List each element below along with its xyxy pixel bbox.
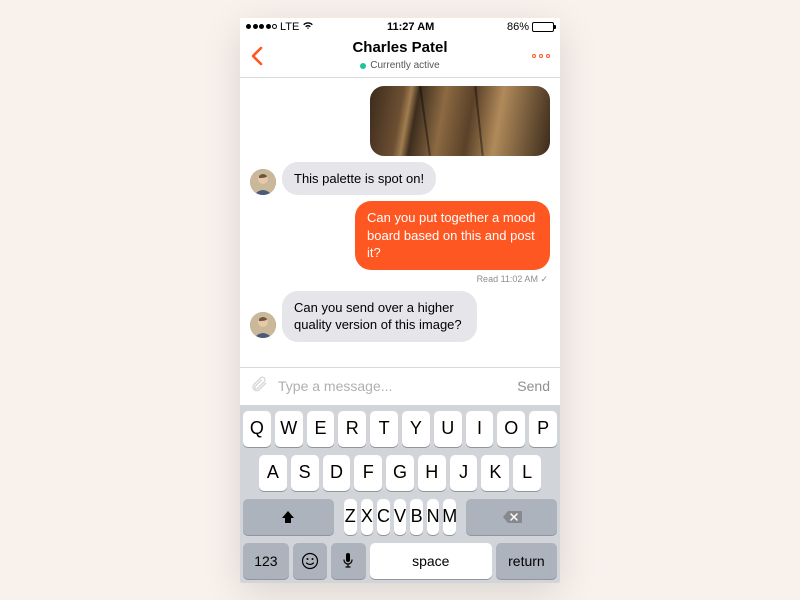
key-v[interactable]: V — [394, 499, 407, 535]
key-c[interactable]: C — [377, 499, 390, 535]
check-icon: ✓ — [540, 274, 548, 284]
key-w[interactable]: W — [275, 411, 303, 447]
shift-icon — [280, 509, 296, 525]
status-bar: LTE 11:27 AM 86% — [240, 18, 560, 36]
presence-label: Currently active — [370, 60, 439, 71]
image-attachment[interactable] — [370, 86, 550, 156]
key-l[interactable]: L — [513, 455, 541, 491]
key-t[interactable]: T — [370, 411, 398, 447]
key-y[interactable]: Y — [402, 411, 430, 447]
key-x[interactable]: X — [361, 499, 374, 535]
avatar[interactable] — [250, 169, 276, 195]
backspace-icon — [502, 510, 522, 524]
message-bubble[interactable]: This palette is spot on! — [282, 162, 436, 196]
emoji-icon — [301, 552, 319, 570]
carrier-label: LTE — [280, 21, 299, 33]
key-q[interactable]: Q — [243, 411, 271, 447]
key-r[interactable]: R — [338, 411, 366, 447]
key-k[interactable]: K — [481, 455, 509, 491]
key-s[interactable]: S — [291, 455, 319, 491]
key-h[interactable]: H — [418, 455, 446, 491]
nav-title-group[interactable]: Charles Patel Currently active — [280, 39, 520, 74]
return-key[interactable]: return — [496, 543, 557, 579]
mic-icon — [342, 552, 354, 570]
presence-dot-icon — [360, 63, 366, 69]
more-button[interactable] — [520, 54, 550, 58]
paperclip-icon — [250, 375, 268, 393]
send-button[interactable]: Send — [517, 378, 550, 394]
emoji-key[interactable] — [293, 543, 327, 579]
composer: Send — [240, 367, 560, 405]
signal-dots-icon — [246, 24, 277, 29]
key-p[interactable]: P — [529, 411, 557, 447]
mic-key[interactable] — [331, 543, 365, 579]
numbers-key[interactable]: 123 — [243, 543, 289, 579]
key-a[interactable]: A — [259, 455, 287, 491]
key-n[interactable]: N — [427, 499, 440, 535]
message-row-sent: Can you put together a mood board based … — [250, 201, 550, 270]
key-f[interactable]: F — [354, 455, 382, 491]
contact-name: Charles Patel — [280, 39, 520, 56]
key-e[interactable]: E — [307, 411, 335, 447]
key-z[interactable]: Z — [344, 499, 357, 535]
battery-icon — [532, 22, 554, 32]
message-row-received: This palette is spot on! — [250, 162, 550, 196]
key-u[interactable]: U — [434, 411, 462, 447]
message-input[interactable] — [278, 378, 507, 394]
key-g[interactable]: G — [386, 455, 414, 491]
message-image-sent — [250, 86, 550, 156]
keyboard: QWERTYUIOP ASDFGHJKL ZXCVBNM 123 space r… — [240, 405, 560, 583]
read-receipt: Read 11:02 AM ✓ — [250, 274, 550, 285]
message-bubble[interactable]: Can you send over a higher quality versi… — [282, 291, 477, 342]
attach-button[interactable] — [250, 375, 268, 398]
message-bubble[interactable]: Can you put together a mood board based … — [355, 201, 550, 270]
shift-key[interactable] — [243, 499, 334, 535]
status-left: LTE — [246, 21, 314, 33]
battery-pct: 86% — [507, 21, 529, 33]
space-key[interactable]: space — [370, 543, 492, 579]
chevron-left-icon — [250, 46, 264, 66]
key-i[interactable]: I — [466, 411, 494, 447]
key-j[interactable]: J — [450, 455, 478, 491]
wifi-icon — [302, 21, 314, 33]
more-icon — [532, 54, 536, 58]
message-list[interactable]: This palette is spot on! Can you put tog… — [240, 78, 560, 367]
backspace-key[interactable] — [466, 499, 557, 535]
chat-screen: LTE 11:27 AM 86% Charles Patel Currently… — [240, 18, 560, 583]
message-row-received: Can you send over a higher quality versi… — [250, 291, 550, 342]
key-d[interactable]: D — [323, 455, 351, 491]
status-right: 86% — [507, 21, 554, 33]
key-o[interactable]: O — [497, 411, 525, 447]
key-m[interactable]: M — [443, 499, 456, 535]
avatar[interactable] — [250, 312, 276, 338]
status-time: 11:27 AM — [387, 21, 434, 33]
key-b[interactable]: B — [410, 499, 423, 535]
nav-header: Charles Patel Currently active — [240, 36, 560, 78]
back-button[interactable] — [250, 41, 280, 71]
